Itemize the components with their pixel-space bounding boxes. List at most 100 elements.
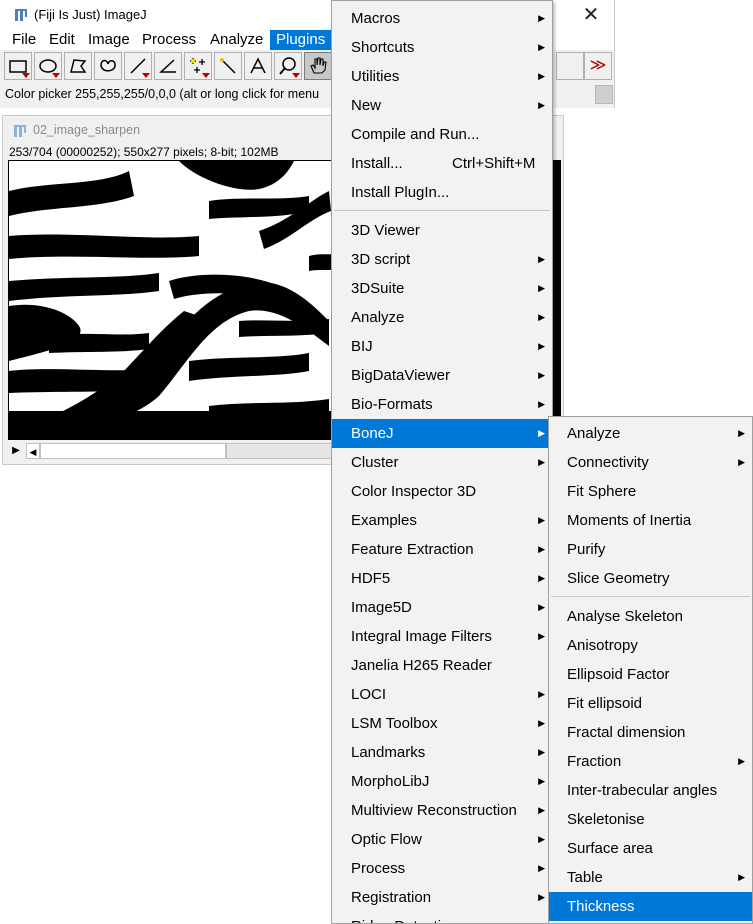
bonej-item-anisotropy[interactable]: Anisotropy xyxy=(549,631,752,660)
submenu-arrow-icon: ▶ xyxy=(538,863,545,873)
menu-edit[interactable]: Edit xyxy=(43,30,81,50)
menu-file[interactable]: File xyxy=(6,30,42,50)
menu-item-label: LOCI xyxy=(351,686,387,703)
close-window-button[interactable]: ✕ xyxy=(576,2,606,28)
menu-item-label: Bio-Formats xyxy=(351,396,433,413)
hand-tool[interactable] xyxy=(304,52,332,80)
menu-item-morpholibj[interactable]: MorphoLibJ ▶ xyxy=(332,767,552,796)
menu-item-label: Fit ellipsoid xyxy=(567,695,643,712)
bonej-item-fit-ellipsoid[interactable]: Fit ellipsoid xyxy=(549,689,752,718)
bonej-item-moments-of-inertia[interactable]: Moments of Inertia xyxy=(549,506,752,535)
polygon-tool[interactable] xyxy=(64,52,92,80)
submenu-arrow-icon: ▶ xyxy=(738,457,745,467)
menu-item-label: New xyxy=(351,97,382,114)
magnifier-tool[interactable] xyxy=(274,52,302,80)
menu-item-loci[interactable]: LOCI ▶ xyxy=(332,680,552,709)
menu-item-ridge-detection[interactable]: Ridge Detection ▶ xyxy=(332,912,552,923)
submenu-arrow-icon: ▶ xyxy=(538,312,545,322)
menu-item-label: Feature Extraction xyxy=(351,541,474,558)
menu-analyze[interactable]: Analyze xyxy=(204,30,269,50)
menu-item-macros[interactable]: Macros ▶ xyxy=(332,4,552,33)
menu-item-label: Examples xyxy=(351,512,417,529)
bonej-item-skeletonise[interactable]: Skeletonise xyxy=(549,805,752,834)
menu-item-label: 3D script xyxy=(351,251,411,268)
menu-item-examples[interactable]: Examples ▶ xyxy=(332,506,552,535)
menu-item-utilities[interactable]: Utilities ▶ xyxy=(332,62,552,91)
bonej-item-thickness[interactable]: Thickness xyxy=(549,892,752,921)
bonej-item-ellipsoid-factor[interactable]: Ellipsoid Factor xyxy=(549,660,752,689)
bonej-item-fractal-dimension[interactable]: Fractal dimension xyxy=(549,718,752,747)
menu-item-label: Install PlugIn... xyxy=(351,184,450,201)
oval-tool[interactable] xyxy=(34,52,62,80)
text-tool[interactable] xyxy=(244,52,272,80)
menu-item-color-inspector-3d[interactable]: Color Inspector 3D xyxy=(332,477,552,506)
menu-item-3d-script[interactable]: 3D script ▶ xyxy=(332,245,552,274)
menu-item-label: Color Inspector 3D xyxy=(351,483,477,500)
bonej-item-purify[interactable]: Purify xyxy=(549,535,752,564)
submenu-arrow-icon: ▶ xyxy=(538,689,545,699)
menu-item-label: Table xyxy=(567,869,603,886)
play-animation-button[interactable]: ▶ xyxy=(8,443,24,459)
multipoint-tool[interactable] xyxy=(184,52,212,80)
menu-item-multiview-reconstruction[interactable]: Multiview Reconstruction ▶ xyxy=(332,796,552,825)
more-tools-button[interactable]: ≫ xyxy=(584,52,612,80)
menu-item-process[interactable]: Process ▶ xyxy=(332,854,552,883)
menu-item-3d-viewer[interactable]: 3D Viewer xyxy=(332,216,552,245)
menu-item-cluster[interactable]: Cluster ▶ xyxy=(332,448,552,477)
menu-item-lsm-toolbox[interactable]: LSM Toolbox ▶ xyxy=(332,709,552,738)
scroll-left-button[interactable]: ◀ xyxy=(26,443,40,459)
submenu-arrow-icon: ▶ xyxy=(538,631,545,641)
menu-item-hdf5[interactable]: HDF5 ▶ xyxy=(332,564,552,593)
bonej-item-fraction[interactable]: Fraction ▶ xyxy=(549,747,752,776)
menu-item-compile-and-run[interactable]: Compile and Run... xyxy=(332,120,552,149)
menu-item-label: MorphoLibJ xyxy=(351,773,430,790)
bonej-item-analyse-skeleton[interactable]: Analyse Skeleton xyxy=(549,602,752,631)
menu-item-shortcuts[interactable]: Shortcuts ▶ xyxy=(332,33,552,62)
bonej-item-analyze[interactable]: Analyze ▶ xyxy=(549,419,752,448)
line-tool[interactable] xyxy=(124,52,152,80)
menu-item-feature-extraction[interactable]: Feature Extraction ▶ xyxy=(332,535,552,564)
menu-item-3dsuite[interactable]: 3DSuite ▶ xyxy=(332,274,552,303)
wand-tool[interactable] xyxy=(214,52,242,80)
menu-item-bio-formats[interactable]: Bio-Formats ▶ xyxy=(332,390,552,419)
menu-process[interactable]: Process xyxy=(136,30,202,50)
submenu-arrow-icon: ▶ xyxy=(538,892,545,902)
freehand-tool[interactable] xyxy=(94,52,122,80)
menu-item-janelia-h265-reader[interactable]: Janelia H265 Reader xyxy=(332,651,552,680)
menu-item-label: Optic Flow xyxy=(351,831,422,848)
scroll-thumb[interactable] xyxy=(40,443,226,459)
submenu-arrow-icon: ▶ xyxy=(538,573,545,583)
menu-plugins[interactable]: Plugins xyxy=(270,30,332,50)
search-button[interactable] xyxy=(595,85,613,104)
menu-item-landmarks[interactable]: Landmarks ▶ xyxy=(332,738,552,767)
menu-item-optic-flow[interactable]: Optic Flow ▶ xyxy=(332,825,552,854)
bonej-item-surface-area[interactable]: Surface area xyxy=(549,834,752,863)
menu-item-label: Macros xyxy=(351,10,401,27)
submenu-arrow-icon: ▶ xyxy=(738,428,745,438)
menu-item-install-plugin[interactable]: Install PlugIn... xyxy=(332,178,552,207)
bonej-item-connectivity[interactable]: Connectivity ▶ xyxy=(549,448,752,477)
menu-item-label: Registration xyxy=(351,889,432,906)
menu-item-bij[interactable]: BIJ ▶ xyxy=(332,332,552,361)
rectangle-tool[interactable] xyxy=(4,52,32,80)
menu-item-label: Install... xyxy=(351,155,403,172)
menu-item-image5d[interactable]: Image5D ▶ xyxy=(332,593,552,622)
bonej-item-fit-sphere[interactable]: Fit Sphere xyxy=(549,477,752,506)
angle-tool[interactable] xyxy=(154,52,182,80)
menu-item-bonej[interactable]: BoneJ ▶ xyxy=(332,419,552,448)
menu-item-bigdataviewer[interactable]: BigDataViewer ▶ xyxy=(332,361,552,390)
menu-item-integral-image-filters[interactable]: Integral Image Filters ▶ xyxy=(332,622,552,651)
menu-item-install[interactable]: Install... Ctrl+Shift+M xyxy=(332,149,552,178)
menu-item-new[interactable]: New ▶ xyxy=(332,91,552,120)
wand-icon xyxy=(220,58,236,74)
menu-image[interactable]: Image xyxy=(82,30,136,50)
menu-item-analyze[interactable]: Analyze ▶ xyxy=(332,303,552,332)
bonej-item-table[interactable]: Table ▶ xyxy=(549,863,752,892)
bonej-item-inter-trabecular-angles[interactable]: Inter-trabecular angles xyxy=(549,776,752,805)
bonej-item-slice-geometry[interactable]: Slice Geometry xyxy=(549,564,752,593)
status-text: Color picker 255,255,255/0,0,0 (alt or l… xyxy=(5,87,320,101)
empty-tool-slot[interactable] xyxy=(556,52,584,80)
menu-item-shortcut: Ctrl+Shift+M xyxy=(452,155,536,172)
menu-item-registration[interactable]: Registration ▶ xyxy=(332,883,552,912)
menu-item-label: Image5D xyxy=(351,599,412,616)
